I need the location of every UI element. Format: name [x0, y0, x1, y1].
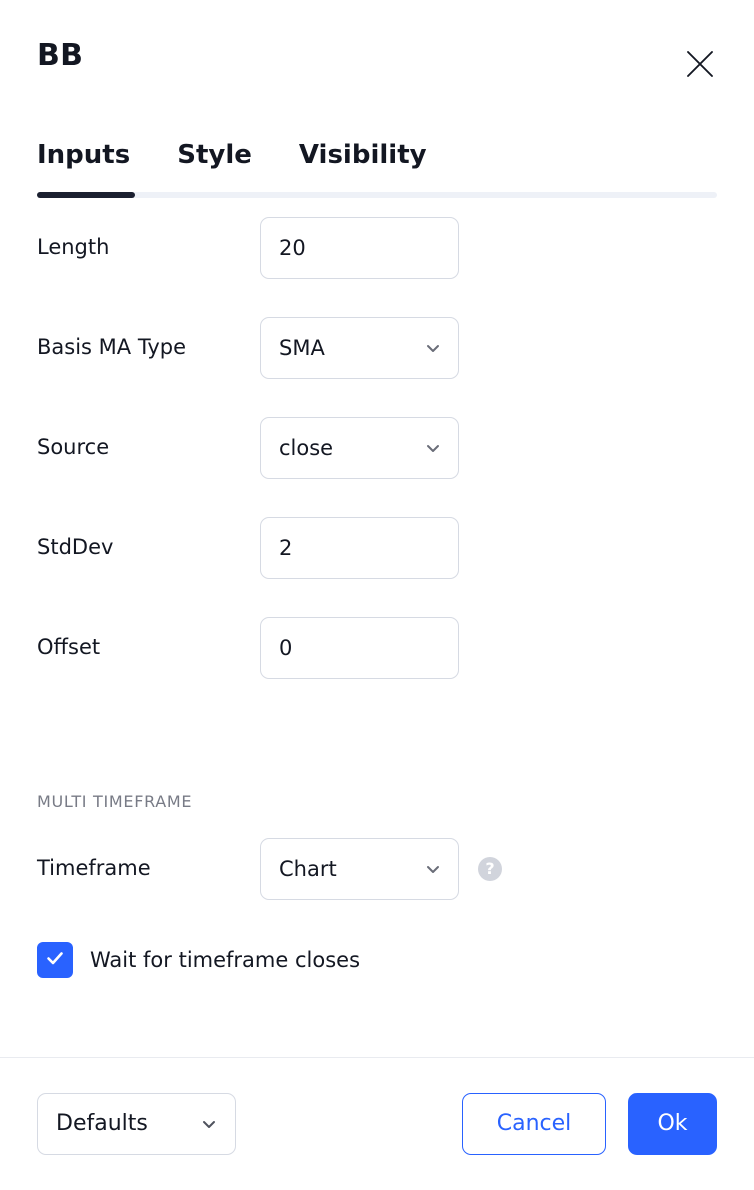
- wait-for-timeframe-closes-checkbox[interactable]: [37, 942, 73, 978]
- source-value: close: [279, 438, 333, 459]
- field-row-timeframe: Timeframe Chart ?: [37, 828, 717, 910]
- chevron-down-icon: [425, 861, 441, 877]
- wait-for-timeframe-closes-label[interactable]: Wait for timeframe closes: [90, 948, 360, 972]
- label-stddev: StdDev: [37, 535, 260, 560]
- label-basis-ma-type: Basis MA Type: [37, 335, 260, 360]
- label-length: Length: [37, 235, 260, 260]
- tab-style[interactable]: Style: [177, 142, 252, 170]
- label-timeframe: Timeframe: [37, 856, 260, 881]
- tab-track: [37, 192, 717, 198]
- defaults-button[interactable]: Defaults: [37, 1093, 236, 1155]
- tab-active-indicator: [37, 192, 135, 198]
- chevron-down-icon: [425, 340, 441, 356]
- chevron-down-icon: [201, 1116, 217, 1132]
- close-icon: [686, 50, 714, 78]
- dialog-title: BB: [37, 41, 83, 71]
- field-row-basis-ma-type: Basis MA Type SMA: [37, 298, 717, 398]
- offset-value: 0: [279, 638, 292, 659]
- dialog-body: Length 20 Basis MA Type SMA Source close: [0, 198, 754, 1057]
- label-offset: Offset: [37, 635, 260, 660]
- field-row-source: Source close: [37, 398, 717, 498]
- timeframe-value: Chart: [279, 859, 337, 880]
- basis-ma-type-select[interactable]: SMA: [260, 317, 459, 379]
- dialog-header: BB: [0, 0, 754, 112]
- offset-input[interactable]: 0: [260, 617, 459, 679]
- stddev-input[interactable]: 2: [260, 517, 459, 579]
- ok-button[interactable]: Ok: [628, 1093, 717, 1155]
- section-header-multi-timeframe: MULTI TIMEFRAME: [37, 698, 717, 828]
- stddev-value: 2: [279, 538, 292, 559]
- close-button[interactable]: [674, 38, 726, 90]
- basis-ma-type-value: SMA: [279, 338, 325, 359]
- wait-for-timeframe-closes-row: Wait for timeframe closes: [37, 928, 717, 992]
- dialog-footer: Defaults Cancel Ok: [0, 1057, 754, 1190]
- help-icon[interactable]: ?: [478, 857, 502, 881]
- field-row-stddev: StdDev 2: [37, 498, 717, 598]
- source-select[interactable]: close: [260, 417, 459, 479]
- field-row-offset: Offset 0: [37, 598, 717, 698]
- check-icon: [44, 947, 66, 973]
- chevron-down-icon: [425, 440, 441, 456]
- tab-visibility[interactable]: Visibility: [299, 142, 427, 170]
- length-value: 20: [279, 238, 306, 259]
- field-row-length: Length 20: [37, 198, 717, 298]
- defaults-label: Defaults: [56, 1113, 148, 1135]
- indicator-settings-dialog: BB Inputs Style Visibility Length 20: [0, 0, 754, 1190]
- tab-inputs[interactable]: Inputs: [37, 142, 130, 170]
- cancel-button[interactable]: Cancel: [462, 1093, 606, 1155]
- label-source: Source: [37, 435, 260, 460]
- length-input[interactable]: 20: [260, 217, 459, 279]
- tab-bar: Inputs Style Visibility: [0, 112, 754, 198]
- timeframe-select[interactable]: Chart: [260, 838, 459, 900]
